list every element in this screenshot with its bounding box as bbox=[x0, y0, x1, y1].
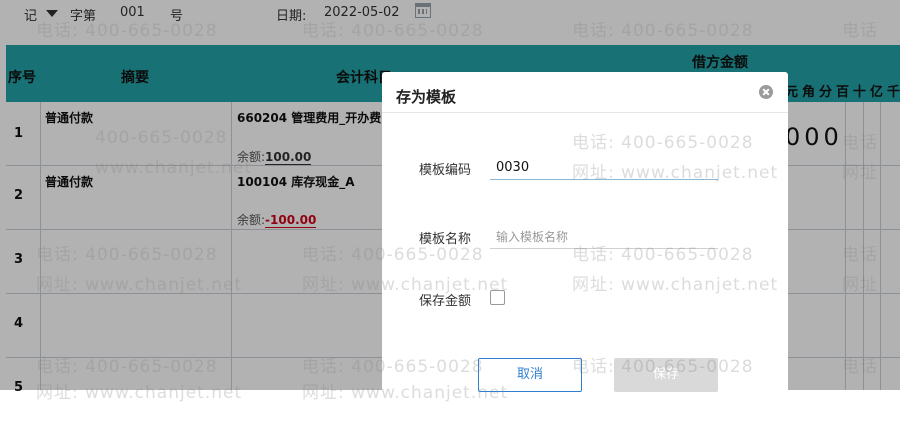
save-amount-label: 保存金额 bbox=[419, 294, 472, 309]
save-button[interactable]: 保存 bbox=[614, 358, 718, 392]
dialog-title: 存为模板 bbox=[396, 88, 457, 106]
cancel-button[interactable]: 取消 bbox=[478, 358, 582, 392]
dialog-divider bbox=[382, 112, 788, 113]
save-amount-checkbox[interactable] bbox=[490, 290, 505, 305]
save-template-dialog: 存为模板 模板编码 模板名称 保存金额 取消 保存 bbox=[382, 72, 788, 402]
template-name-input[interactable] bbox=[490, 225, 718, 249]
template-code-label: 模板编码 bbox=[419, 163, 472, 178]
template-name-label: 模板名称 bbox=[419, 232, 472, 247]
close-icon[interactable] bbox=[759, 85, 773, 99]
template-code-input[interactable] bbox=[490, 156, 718, 180]
